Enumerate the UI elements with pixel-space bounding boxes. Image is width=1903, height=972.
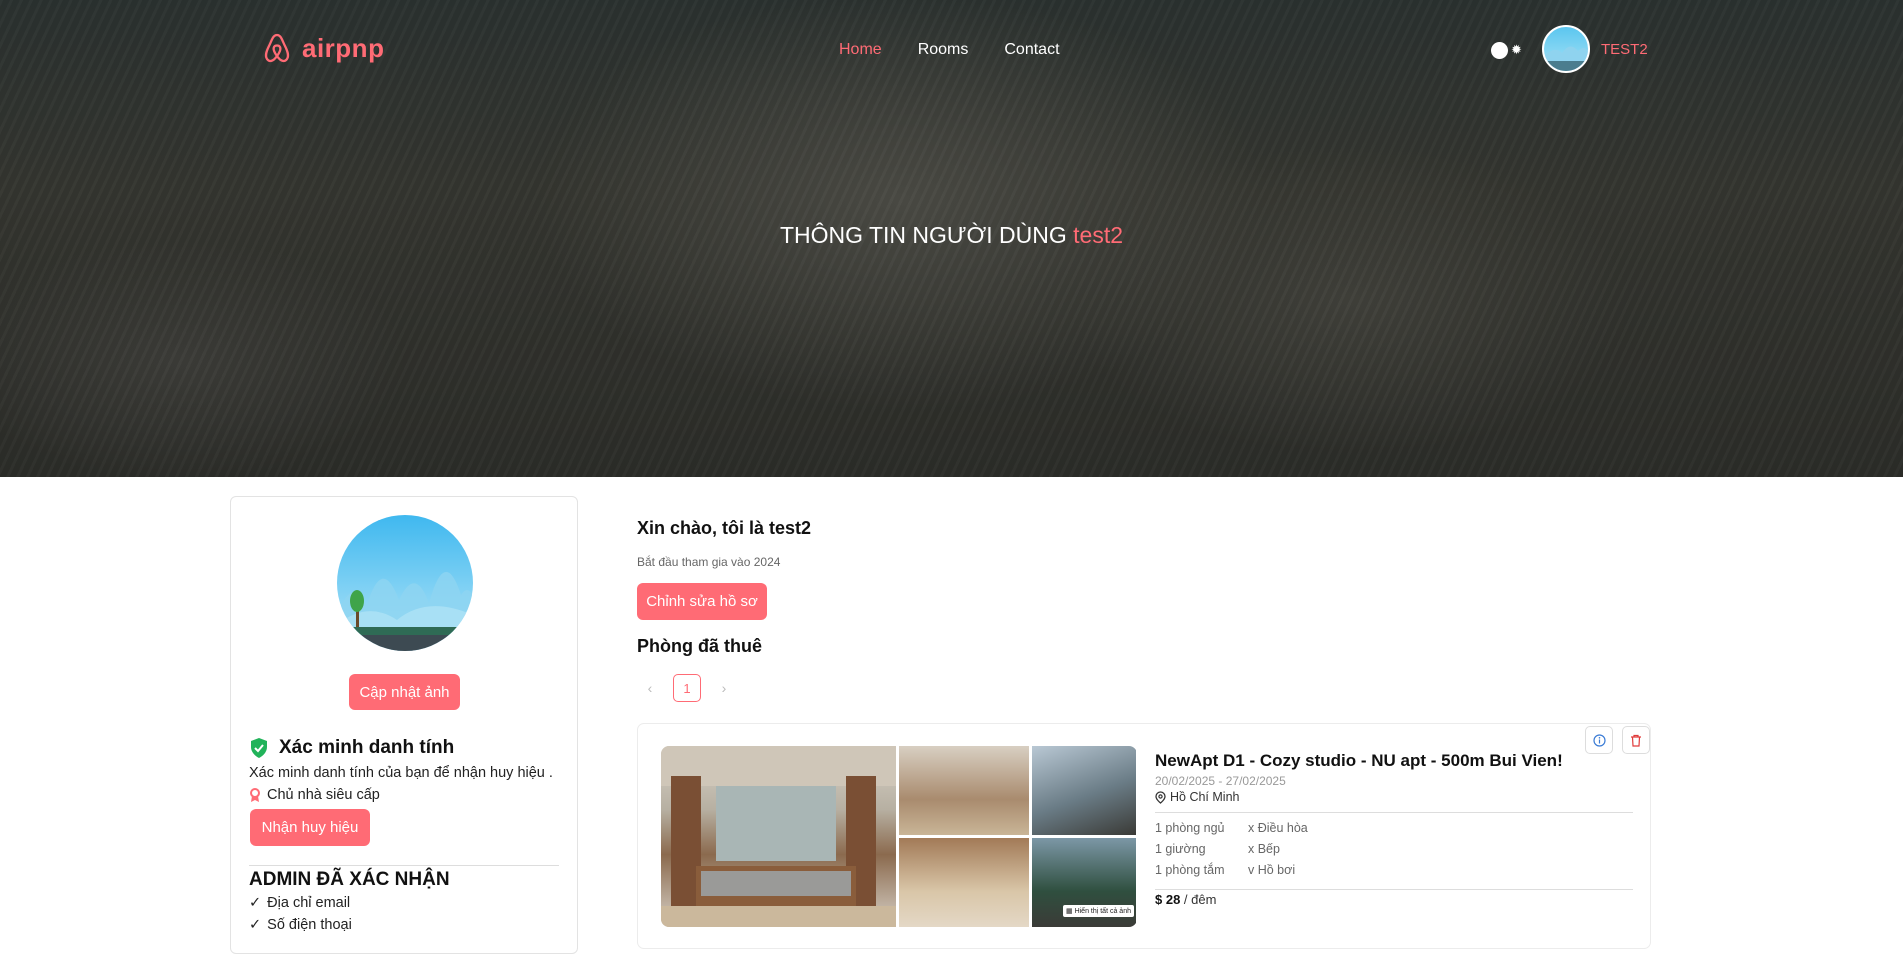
toggle-knob xyxy=(1491,41,1508,59)
spec-bedrooms: 1 phòng ngủ xyxy=(1155,821,1225,835)
confirmed-email-item: ✓ Địa chỉ email xyxy=(249,895,350,911)
hero-title: THÔNG TIN NGƯỜI DÙNG test2 xyxy=(0,222,1903,249)
pagination: ‹ 1 › xyxy=(637,674,737,702)
award-icon xyxy=(250,787,260,802)
room-price: $ 28 / đêm xyxy=(1155,892,1216,907)
user-name-link[interactable]: TEST2 xyxy=(1601,41,1648,58)
verify-description: Xác minh danh tính của bạn để nhận huy h… xyxy=(249,765,553,781)
room-dates: 20/02/2025 - 27/02/2025 xyxy=(1155,774,1286,788)
brand-name: airpnp xyxy=(302,32,385,63)
room-photo-main[interactable] xyxy=(661,746,896,927)
show-all-label: Hiển thị tất cả ảnh xyxy=(1074,908,1131,915)
price-amount: $ 28 xyxy=(1155,892,1181,907)
main-menu: Home Rooms Contact xyxy=(839,41,1060,59)
nav-contact-link[interactable]: Contact xyxy=(1004,41,1059,59)
admin-confirmed-heading: ADMIN ĐÃ XÁC NHẬN xyxy=(249,869,450,890)
checkmark-icon: ✓ xyxy=(249,895,262,911)
confirmed-phone-item: ✓ Số điện thoại xyxy=(249,917,352,933)
room-delete-button[interactable] xyxy=(1622,726,1650,754)
room-photo-5[interactable]: ▦ Hiển thị tất cả ảnh xyxy=(1032,838,1136,927)
room-photo-2[interactable] xyxy=(899,746,1029,835)
info-icon xyxy=(1592,733,1606,747)
room-photo-3[interactable] xyxy=(1032,746,1136,835)
nav-rooms-link[interactable]: Rooms xyxy=(918,41,969,59)
room-title[interactable]: NewApt D1 - Cozy studio - NU apt - 500m … xyxy=(1155,751,1563,771)
page-number[interactable]: 1 xyxy=(673,674,701,702)
profile-picture xyxy=(337,515,473,651)
shield-check-icon xyxy=(251,738,267,758)
hero-title-user: test2 xyxy=(1073,222,1124,248)
user-avatar[interactable] xyxy=(1542,25,1590,73)
prev-page-icon[interactable]: ‹ xyxy=(637,675,663,701)
superhost-label: Chủ nhà siêu cấp xyxy=(267,787,380,803)
nav-home-link[interactable]: Home xyxy=(839,41,882,59)
room-gallery[interactable]: ▦ Hiển thị tất cả ảnh xyxy=(661,746,1137,927)
theme-toggle[interactable]: ✹ xyxy=(1491,40,1529,60)
room-location: Hồ Chí Minh xyxy=(1155,790,1239,804)
hero-title-prefix: THÔNG TIN NGƯỜI DÙNG xyxy=(779,222,1067,248)
amenity-kitchen: x Bếp xyxy=(1248,842,1280,856)
greeting-heading: Xin chào, tôi là test2 xyxy=(637,518,812,538)
price-unit: / đêm xyxy=(1180,892,1217,907)
spec-bathrooms: 1 phòng tắm xyxy=(1155,863,1225,877)
top-nav: airpnp Home Rooms Contact ✹ TEST2 xyxy=(0,0,1903,100)
joined-date: Bắt đầu tham gia vào 2024 xyxy=(637,555,781,569)
rented-room-card[interactable]: ▦ Hiển thị tất cả ảnh NewApt D1 - Cozy s… xyxy=(637,723,1651,949)
spec-beds: 1 giường xyxy=(1155,842,1206,856)
divider xyxy=(249,865,559,866)
checkmark-icon: ✓ xyxy=(249,917,262,933)
grid-icon: ▦ xyxy=(1065,908,1073,915)
confirmed-phone-label: Số điện thoại xyxy=(267,917,352,933)
brand-logo[interactable]: airpnp xyxy=(262,32,384,64)
room-location-label: Hồ Chí Minh xyxy=(1170,790,1240,804)
amenity-ac: x Điều hòa xyxy=(1248,821,1308,835)
bedroom-image-icon xyxy=(661,746,896,927)
map-pin-icon xyxy=(1155,790,1166,804)
trash-icon xyxy=(1631,734,1641,747)
show-all-photos-button[interactable]: ▦ Hiển thị tất cả ảnh xyxy=(1062,905,1134,917)
rented-rooms-heading: Phòng đã thuê xyxy=(637,636,762,656)
verify-identity-heading: Xác minh danh tính xyxy=(249,737,454,759)
profile-card: Cập nhật ảnh Xác minh danh tính Xác minh… xyxy=(230,496,578,954)
confirmed-email-label: Địa chỉ email xyxy=(267,895,351,911)
next-page-icon[interactable]: › xyxy=(711,675,737,701)
divider xyxy=(1155,889,1633,890)
divider xyxy=(1155,812,1633,813)
sun-icon: ✹ xyxy=(1511,42,1522,57)
airbnb-logo-icon xyxy=(264,33,290,63)
edit-profile-button[interactable]: Chỉnh sửa hồ sơ xyxy=(637,583,767,620)
room-photo-4[interactable] xyxy=(899,838,1029,927)
amenity-pool: v Hồ bơi xyxy=(1248,863,1296,877)
update-photo-button[interactable]: Cập nhật ảnh xyxy=(349,674,460,710)
superhost-line: Chủ nhà siêu cấp xyxy=(249,787,380,803)
profile-landscape-icon xyxy=(337,515,473,651)
avatar-landscape-icon xyxy=(1544,46,1588,71)
verify-title: Xác minh danh tính xyxy=(279,737,455,758)
get-badge-button[interactable]: Nhận huy hiệu xyxy=(250,809,370,846)
room-info-button[interactable] xyxy=(1585,726,1613,754)
